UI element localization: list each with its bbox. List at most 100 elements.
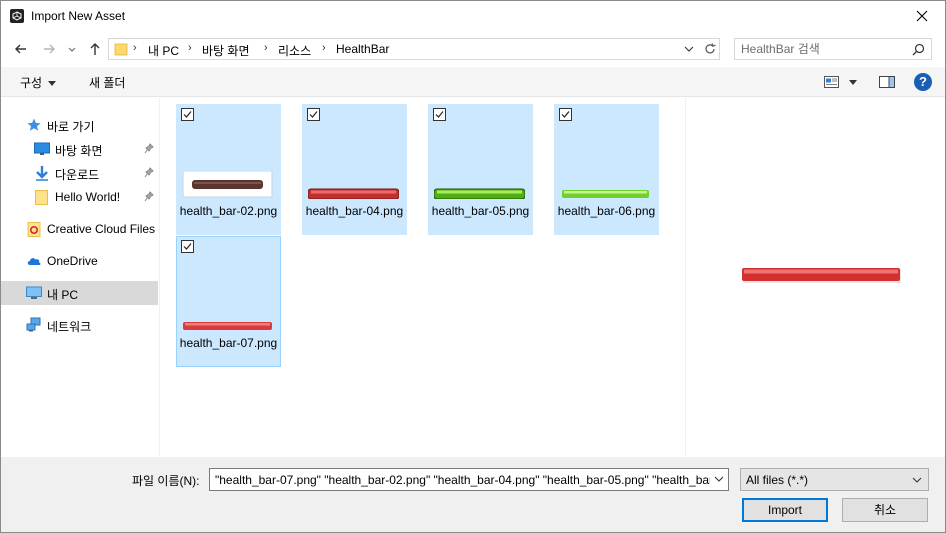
preview-pane [685,98,945,456]
up-button[interactable] [85,39,105,59]
folder-icon [35,190,48,205]
sidebar-item-label: 바로 가기 [47,120,95,134]
pin-icon[interactable] [144,167,154,179]
refresh-icon[interactable] [703,42,717,56]
breadcrumb-resources[interactable]: 리소스 [278,42,311,59]
toolbar: 구성 새 폴더 ? [1,67,945,97]
footer-bar: 파일 이름(N): "health_bar-07.png" "health_ba… [1,457,945,532]
file-tile-health-bar-04[interactable]: health_bar-04.png [302,104,407,235]
thumbnail-dark-bar [182,171,273,198]
view-options-chevron-icon[interactable] [849,80,857,85]
thumbnail-light-green-bar [562,190,649,198]
window-title: Import New Asset [31,9,126,23]
chevron-down-icon [912,477,922,483]
recent-locations-button[interactable] [65,39,79,59]
title-bar: Import New Asset [1,1,945,31]
sidebar-item-label: 바탕 화면 [55,144,103,158]
checkmark-icon [183,243,192,250]
file-type-select[interactable]: All files (*.*) [740,468,929,491]
breadcrumb-desktop[interactable]: 바탕 화면 [202,42,250,59]
import-button[interactable]: Import [742,498,828,522]
chevron-down-icon [48,81,57,87]
sidebar-item-label: Creative Cloud Files [47,222,156,236]
thumbnail-green-bar [434,188,525,199]
help-button[interactable]: ? [914,73,932,91]
search-input[interactable] [741,41,909,57]
forward-arrow-icon [44,44,55,54]
file-list: health_bar-02.png health_bar-04.png heal… [161,98,684,456]
file-type-value: All files (*.*) [746,473,809,487]
preview-pane-icon[interactable] [879,76,895,88]
filename-value: "health_bar-07.png" "health_bar-02.png" … [215,473,729,487]
sidebar-item-network[interactable]: 네트워크 [1,313,158,337]
pin-icon[interactable] [144,191,154,203]
file-tile-health-bar-06[interactable]: health_bar-06.png [554,104,659,235]
download-arrow-icon [36,166,48,181]
sidebar-item-label: 내 PC [47,288,79,302]
checkmark-icon [435,111,444,118]
breadcrumb-healthbar[interactable]: HealthBar [336,42,389,56]
chevron-down-icon [714,476,724,482]
cloud-icon [27,258,41,265]
cancel-button[interactable]: 취소 [842,498,928,522]
file-name: health_bar-02.png [179,204,278,218]
file-checkbox[interactable] [433,108,446,121]
sidebar-item-label: 다운로드 [55,168,100,182]
unity-app-icon [10,9,24,23]
checkmark-icon [561,111,570,118]
chevron-down-icon [68,47,76,52]
pin-icon[interactable] [144,143,154,155]
address-bar[interactable]: › 내 PC › 바탕 화면 › 리소스 › HealthBar [108,38,720,60]
up-arrow-icon [90,43,100,55]
forward-button[interactable] [39,39,59,59]
sidebar-item-hello-world[interactable]: Hello World! [1,185,158,209]
file-tile-health-bar-05[interactable]: health_bar-05.png [428,104,533,235]
organize-label: 구성 [20,76,43,90]
preview-image-red-bar [742,268,901,283]
sidebar-item-desktop[interactable]: 바탕 화면 [1,137,158,161]
folder-icon [114,43,128,56]
filename-history-button[interactable] [710,469,728,490]
desktop-icon [34,142,50,155]
search-icon [912,43,925,56]
file-checkbox[interactable] [559,108,572,121]
file-name: health_bar-05.png [431,204,530,218]
filename-field[interactable]: "health_bar-07.png" "health_bar-02.png" … [209,468,729,491]
search-box[interactable] [734,38,932,60]
sidebar-item-label: Hello World! [55,190,121,204]
file-tile-health-bar-02[interactable]: health_bar-02.png [176,104,281,235]
navigation-pane: 바로 가기 바탕 화면 다운로드 Hello World! Creative C… [1,98,160,456]
filename-label: 파일 이름(N): [132,474,200,488]
file-name: health_bar-07.png [179,336,278,350]
file-tile-health-bar-07[interactable]: health_bar-07.png [176,236,281,367]
checkmark-icon [309,111,318,118]
sidebar-item-downloads[interactable]: 다운로드 [1,161,158,185]
close-button[interactable] [899,1,945,31]
import-dialog: Import New Asset › 내 PC › 바탕 화면 › 리소스 › … [0,0,946,533]
file-checkbox[interactable] [181,108,194,121]
sidebar-item-my-pc[interactable]: 내 PC [1,281,158,305]
sidebar-item-onedrive[interactable]: OneDrive [1,249,158,273]
view-mode-icon[interactable] [824,76,839,88]
sidebar-item-creative-cloud[interactable]: Creative Cloud Files [1,217,158,241]
address-dropdown-icon[interactable] [683,44,695,54]
star-icon [27,118,41,131]
close-icon [916,10,928,22]
sidebar-item-quick-access[interactable]: 바로 가기 [1,113,158,137]
sidebar-item-label: 네트워크 [47,320,92,334]
creative-cloud-icon [27,222,41,237]
back-button[interactable] [11,39,31,59]
network-icon [26,317,41,332]
breadcrumb-my-pc[interactable]: 내 PC [148,42,179,59]
file-name: health_bar-06.png [557,204,656,218]
thumbnail-red-thin-bar [183,322,272,330]
checkmark-icon [183,111,192,118]
file-checkbox[interactable] [181,240,194,253]
organize-button[interactable]: 구성 [20,74,57,91]
file-checkbox[interactable] [307,108,320,121]
back-arrow-icon [15,44,26,54]
file-name: health_bar-04.png [305,204,404,218]
computer-icon [26,286,42,299]
new-folder-button[interactable]: 새 폴더 [89,74,125,91]
sidebar-item-label: OneDrive [47,254,98,268]
